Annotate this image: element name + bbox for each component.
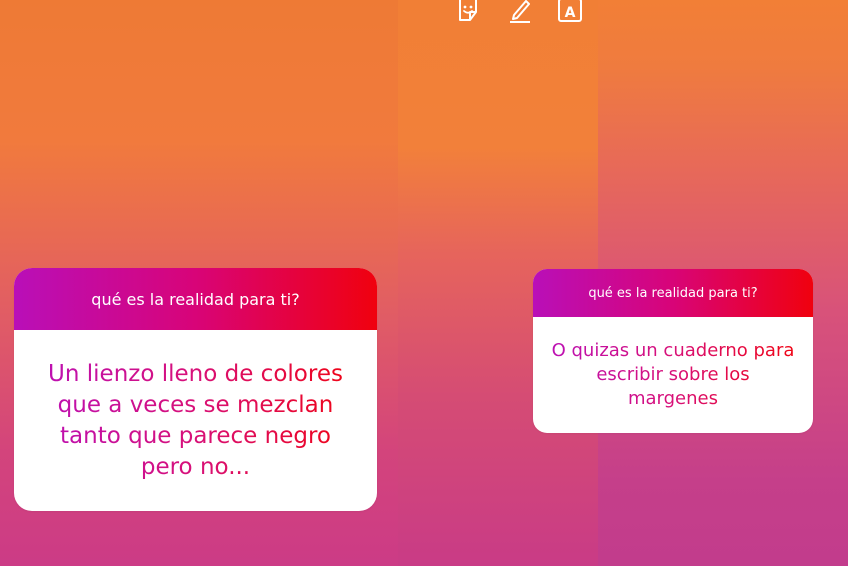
- question-header: qué es la realidad para ti?: [533, 269, 813, 317]
- question-text: qué es la realidad para ti?: [588, 285, 758, 301]
- sticker-button[interactable]: [454, 0, 482, 24]
- question-sticker-right[interactable]: qué es la realidad para ti? O quizas un …: [533, 269, 813, 433]
- story-toolbar: A: [450, 0, 600, 26]
- answer-area: Un lienzo lleno de colores que a veces s…: [14, 330, 377, 511]
- question-text: qué es la realidad para ti?: [91, 289, 300, 309]
- text-icon: A: [558, 0, 582, 22]
- pen-icon: [510, 0, 530, 23]
- question-header: qué es la realidad para ti?: [14, 268, 377, 330]
- answer-text: Un lienzo lleno de colores que a veces s…: [38, 359, 353, 483]
- answer-area: O quizas un cuaderno para escribir sobre…: [533, 317, 813, 433]
- question-sticker-left[interactable]: qué es la realidad para ti? Un lienzo ll…: [14, 268, 377, 511]
- text-button[interactable]: A: [556, 0, 584, 24]
- draw-button[interactable]: [506, 0, 534, 24]
- sticker-icon: [459, 0, 477, 21]
- answer-text: O quizas un cuaderno para escribir sobre…: [551, 340, 795, 409]
- svg-text:A: A: [565, 5, 576, 21]
